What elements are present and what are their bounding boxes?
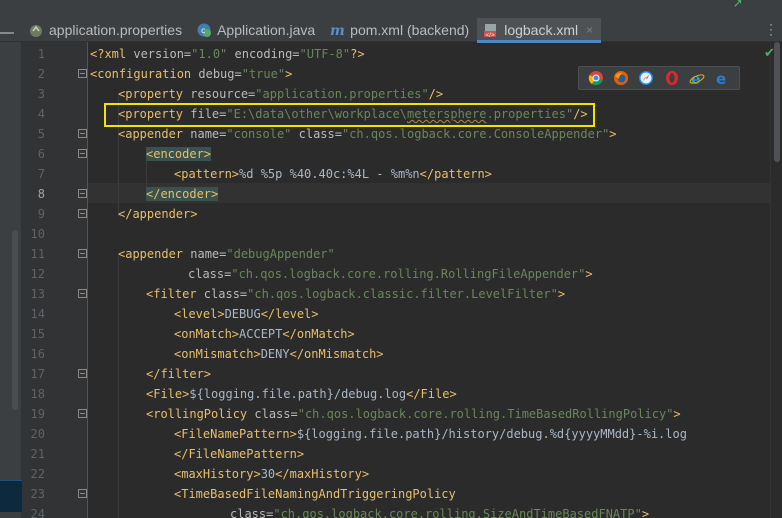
line-number: 18 bbox=[30, 387, 45, 401]
line-number: 19 bbox=[30, 407, 45, 421]
chrome-icon[interactable] bbox=[588, 70, 604, 86]
code-line-5: <appender name="console" class="ch.qos.l… bbox=[118, 127, 617, 141]
code-line-21: </FileNamePattern> bbox=[174, 447, 305, 461]
line-number: 12 bbox=[30, 267, 45, 281]
line-number: 16 bbox=[30, 347, 45, 361]
code-line-15: <onMatch>ACCEPT</onMatch> bbox=[174, 327, 355, 341]
editor-tab-bar: ➚ application.properties c Application.j… bbox=[0, 0, 782, 43]
more-tabs-icon[interactable]: ⋮ bbox=[764, 18, 778, 42]
line-number: 14 bbox=[30, 307, 45, 321]
fold-end-icon[interactable] bbox=[78, 209, 87, 218]
line-number: 3 bbox=[37, 87, 45, 101]
code-line-8: </encoder> bbox=[146, 187, 219, 201]
fold-collapse-icon[interactable] bbox=[78, 489, 87, 498]
tab-label: logback.xml bbox=[504, 22, 579, 38]
java-class-icon: c bbox=[196, 22, 212, 38]
fold-collapse-icon[interactable] bbox=[78, 129, 87, 138]
run-arrow-icon[interactable]: ➚ bbox=[734, 0, 742, 12]
safari-icon[interactable] bbox=[638, 70, 654, 86]
fold-collapse-icon[interactable] bbox=[78, 149, 87, 158]
line-number: 10 bbox=[30, 227, 45, 241]
xml-file-icon: </> bbox=[483, 22, 499, 38]
fold-collapse-icon[interactable] bbox=[78, 249, 87, 258]
tab-application-java[interactable]: c Application.java bbox=[190, 18, 323, 42]
line-number: 9 bbox=[37, 207, 45, 221]
annotation-highlight-box bbox=[104, 103, 595, 127]
code-line-11: <appender name="debugAppender" bbox=[118, 247, 335, 261]
svg-text:e: e bbox=[716, 70, 726, 86]
code-line-1: <?xml version="1.0" encoding="UTF-8"?> bbox=[90, 47, 365, 61]
tab-application-properties[interactable]: application.properties bbox=[0, 18, 190, 42]
fold-end-icon[interactable] bbox=[78, 369, 87, 378]
line-number: 13 bbox=[30, 287, 45, 301]
code-line-2: <configuration debug="true"> bbox=[90, 67, 293, 81]
code-line-14: <level>DEBUG</level> bbox=[174, 307, 319, 321]
tab-logback-xml[interactable]: </> logback.xml × bbox=[477, 18, 602, 43]
code-line-3: <property resource="application.properti… bbox=[118, 87, 444, 101]
edge-icon[interactable]: e bbox=[714, 70, 730, 86]
no-problems-check-icon[interactable]: ✔ bbox=[764, 46, 775, 61]
editor-tabs: application.properties c Application.jav… bbox=[0, 18, 602, 43]
line-number: 5 bbox=[37, 127, 45, 141]
code-line-17: </filter> bbox=[146, 367, 212, 381]
code-line-12: class="ch.qos.logback.core.rolling.Rolli… bbox=[188, 267, 593, 281]
svg-text:m: m bbox=[330, 23, 345, 38]
fold-collapse-icon[interactable] bbox=[78, 289, 87, 298]
code-line-20: <FileNamePattern>${logging.file.path}/hi… bbox=[174, 427, 687, 441]
line-number: 1 bbox=[37, 47, 45, 61]
line-number: 7 bbox=[37, 167, 45, 181]
properties-file-icon bbox=[28, 22, 44, 38]
line-number: 22 bbox=[30, 467, 45, 481]
svg-text:c: c bbox=[201, 26, 205, 35]
tab-pom-xml[interactable]: m pom.xml (backend) bbox=[323, 18, 477, 42]
open-in-browser-popup: e e bbox=[578, 66, 740, 90]
tab-label: application.properties bbox=[49, 22, 183, 38]
fold-end-icon[interactable] bbox=[78, 189, 87, 198]
close-tab-icon[interactable]: × bbox=[586, 23, 593, 37]
line-number-gutter: 1 2 3 4 5 6 7 8 9 10 11 12 13 14 15 16 1… bbox=[22, 42, 88, 518]
line-number-current: 8 bbox=[37, 187, 45, 201]
code-line-16: <onMismatch>DENY</onMismatch> bbox=[174, 347, 384, 361]
internet-explorer-icon[interactable]: e bbox=[689, 70, 705, 86]
code-line-13: <filter class="ch.qos.logback.classic.fi… bbox=[146, 287, 566, 301]
svg-text:</>: </> bbox=[485, 33, 495, 39]
line-number: 20 bbox=[30, 427, 45, 441]
code-line-7: <pattern>%d %5p %40.40c:%4L - %m%n</patt… bbox=[174, 167, 492, 181]
firefox-icon[interactable] bbox=[613, 70, 629, 86]
maven-icon: m bbox=[329, 22, 345, 38]
tab-label: Application.java bbox=[217, 22, 316, 38]
line-number: 23 bbox=[30, 487, 45, 501]
line-number: 21 bbox=[30, 447, 45, 461]
line-number: 15 bbox=[30, 327, 45, 341]
fold-collapse-icon[interactable] bbox=[78, 69, 87, 78]
code-line-22: <maxHistory>30</maxHistory> bbox=[174, 467, 370, 481]
vertical-scrollbar[interactable] bbox=[770, 42, 782, 518]
tab-label: pom.xml (backend) bbox=[350, 22, 470, 38]
line-number: 11 bbox=[30, 247, 45, 261]
line-number: 4 bbox=[37, 107, 45, 121]
code-line-24: class="ch.qos.logback.core.rolling.SizeA… bbox=[230, 507, 650, 518]
opera-icon[interactable] bbox=[664, 70, 680, 86]
fold-collapse-icon[interactable] bbox=[78, 409, 87, 418]
line-number: 2 bbox=[37, 67, 45, 81]
code-line-19: <rollingPolicy class="ch.qos.logback.cor… bbox=[146, 407, 681, 421]
code-line-9: </appender> bbox=[118, 207, 198, 221]
code-line-6: <encoder> bbox=[146, 147, 212, 161]
line-number: 6 bbox=[37, 147, 45, 161]
code-line-18: <File>${logging.file.path}/debug.log</Fi… bbox=[146, 387, 457, 401]
code-line-23: <TimeBasedFileNamingAndTriggeringPolicy bbox=[174, 487, 456, 501]
line-number: 17 bbox=[30, 367, 45, 381]
line-number: 24 bbox=[30, 507, 45, 518]
